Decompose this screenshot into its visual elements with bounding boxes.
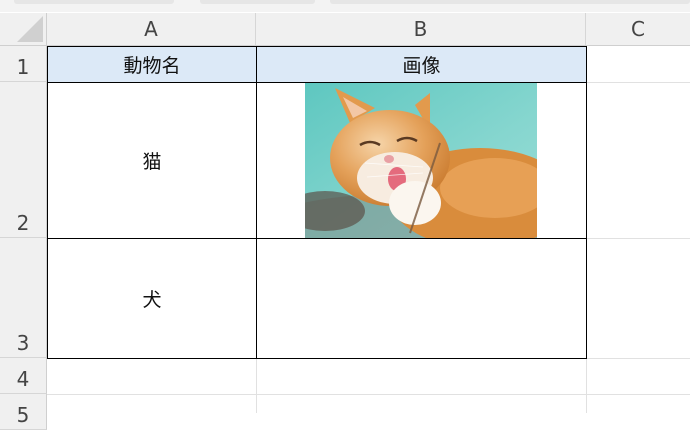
ribbon-tab-edge xyxy=(330,0,690,4)
gridline xyxy=(256,358,257,413)
row-header-2[interactable]: 2 xyxy=(0,82,47,238)
column-header-a[interactable]: A xyxy=(47,13,256,46)
cell-a2-cat[interactable]: 猫 xyxy=(47,82,257,239)
select-all-corner[interactable] xyxy=(0,13,47,46)
row-header-3[interactable]: 3 xyxy=(0,238,47,358)
cat-photo-icon xyxy=(305,83,537,238)
ribbon-tab-edge xyxy=(200,0,315,4)
gridline xyxy=(586,238,690,239)
cat-photo-image[interactable] xyxy=(305,83,537,238)
ribbon-tab-edge xyxy=(14,0,174,4)
row-header-4[interactable]: 4 xyxy=(0,358,47,394)
column-header-c[interactable]: C xyxy=(586,13,690,46)
gridline xyxy=(586,82,690,83)
cell-b3-empty[interactable] xyxy=(256,238,587,359)
cell-b1-image-header[interactable]: 画像 xyxy=(256,46,587,83)
row-header-5[interactable]: 5 xyxy=(0,394,47,430)
cell-a3-dog[interactable]: 犬 xyxy=(47,238,257,359)
gridline xyxy=(586,358,690,359)
gridline xyxy=(47,394,690,395)
row-header-1[interactable]: 1 xyxy=(0,46,47,82)
column-header-b[interactable]: B xyxy=(256,13,586,46)
cell-a1-animal-name-header[interactable]: 動物名 xyxy=(47,46,257,83)
